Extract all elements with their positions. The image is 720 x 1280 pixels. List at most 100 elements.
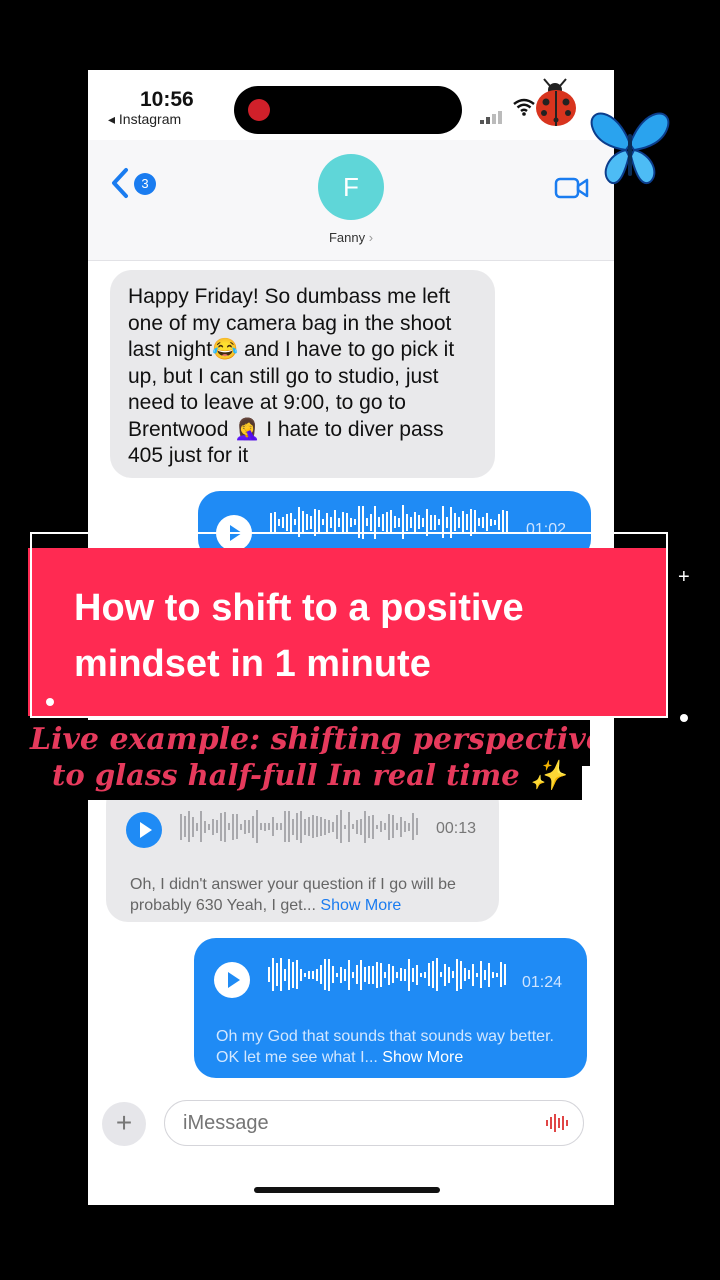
waveform-bar <box>308 970 310 979</box>
waveform-bar <box>360 818 362 835</box>
waveform-bar <box>420 972 422 977</box>
waveform-bar <box>378 517 380 527</box>
waveform-bar <box>308 817 310 836</box>
waveform-bar <box>466 514 468 530</box>
show-more-link[interactable]: Show More <box>320 897 401 914</box>
audio-transcript: Oh, I didn't answer your question if I g… <box>130 874 490 916</box>
waveform-bar <box>468 970 470 979</box>
imessage-input[interactable] <box>164 1100 584 1146</box>
audio-waveform <box>180 810 420 850</box>
waveform-bar <box>494 519 496 525</box>
play-icon[interactable] <box>126 812 162 848</box>
waveform-bar <box>306 514 308 530</box>
waveform-bar <box>276 823 278 830</box>
waveform-bar <box>264 822 266 831</box>
waveform-bar <box>476 972 478 977</box>
waveform-bar <box>334 510 336 534</box>
waveform-bar <box>244 819 246 834</box>
outgoing-audio-message[interactable]: 01:24 Oh my God that sounds that sounds … <box>194 938 587 1078</box>
waveform-bar <box>456 958 458 991</box>
waveform-bar <box>416 964 418 985</box>
waveform-bar <box>220 812 222 841</box>
waveform-bar <box>300 810 302 843</box>
waveform-bar <box>376 824 378 829</box>
waveform-bar <box>352 824 354 829</box>
conversation-header: 3 F Fanny › <box>88 140 614 261</box>
waveform-bar <box>272 958 274 991</box>
waveform-bar <box>474 510 476 534</box>
butterfly-icon <box>590 112 670 185</box>
overlay-title: How to shift to a positive mindset in 1 … <box>74 587 524 685</box>
contact-avatar[interactable]: F <box>318 154 384 220</box>
decoration-dot <box>680 714 688 722</box>
waveform-bar <box>304 818 306 835</box>
waveform-bar <box>400 968 402 981</box>
waveform-bar <box>196 822 198 831</box>
waveform-bar <box>354 519 356 525</box>
audio-record-icon[interactable] <box>546 1114 570 1132</box>
waveform-bar <box>270 512 272 532</box>
waveform-bar <box>492 971 494 978</box>
waveform-bar <box>324 959 326 990</box>
audio-duration: 01:24 <box>522 974 563 991</box>
waveform-bar <box>330 516 332 528</box>
waveform-bar <box>368 965 370 984</box>
waveform-bar <box>326 512 328 532</box>
recording-indicator-icon <box>248 99 270 121</box>
waveform-bar <box>356 965 358 984</box>
waveform-bar <box>316 816 318 837</box>
back-button[interactable] <box>110 166 130 206</box>
waveform-bar <box>428 963 430 986</box>
waveform-bar <box>458 516 460 528</box>
video-call-icon[interactable] <box>554 176 589 199</box>
waveform-bar <box>312 815 314 838</box>
waveform-bar <box>490 518 492 526</box>
waveform-bar <box>338 517 340 527</box>
waveform-bar <box>504 964 506 985</box>
waveform-bar <box>454 513 456 531</box>
waveform-bar <box>296 960 298 989</box>
contact-name-row[interactable]: Fanny › <box>88 230 614 245</box>
incoming-audio-message[interactable]: 00:13 Oh, I didn't answer your question … <box>106 782 499 922</box>
waveform-bar <box>316 968 318 981</box>
waveform-bar <box>240 823 242 830</box>
waveform-bar <box>408 958 410 991</box>
waveform-bar <box>278 518 280 526</box>
waveform-bar <box>396 971 398 978</box>
ladybug-icon <box>536 78 576 126</box>
waveform-bar <box>328 958 330 991</box>
waveform-bar <box>328 820 330 833</box>
home-indicator[interactable] <box>254 1187 440 1193</box>
waveform-bar <box>372 814 374 839</box>
subtitle-text: Live example: shifting perspective <box>30 722 590 757</box>
waveform-bar <box>506 510 508 534</box>
waveform-bar <box>384 971 386 978</box>
waveform-bar <box>434 514 436 530</box>
waveform-bar <box>372 965 374 984</box>
apps-plus-button[interactable]: + <box>102 1102 146 1146</box>
waveform-bar <box>342 511 344 533</box>
back-to-app-link[interactable]: ◂ Instagram <box>108 111 181 128</box>
incoming-message-bubble[interactable]: Happy Friday! So dumbass me left one of … <box>110 270 495 478</box>
waveform-bar <box>412 967 414 982</box>
waveform-bar <box>346 512 348 532</box>
chevron-right-icon: › <box>368 230 374 245</box>
waveform-bar <box>320 817 322 836</box>
waveform-bar <box>336 972 338 977</box>
play-icon[interactable] <box>214 962 250 998</box>
waveform-bar <box>188 811 190 842</box>
waveform-bar <box>370 513 372 531</box>
audio-waveform <box>268 958 508 998</box>
waveform-bar <box>498 514 500 530</box>
waveform-bar <box>436 958 438 991</box>
waveform-bar <box>364 967 366 982</box>
show-more-link[interactable]: Show More <box>382 1049 463 1066</box>
waveform-bar <box>368 815 370 838</box>
waveform-bar <box>204 820 206 833</box>
waveform-bar <box>398 517 400 527</box>
waveform-bar <box>236 814 238 839</box>
waveform-bar <box>296 813 298 840</box>
waveform-bar <box>440 972 442 977</box>
waveform-bar <box>302 511 304 533</box>
waveform-bar <box>478 518 480 526</box>
